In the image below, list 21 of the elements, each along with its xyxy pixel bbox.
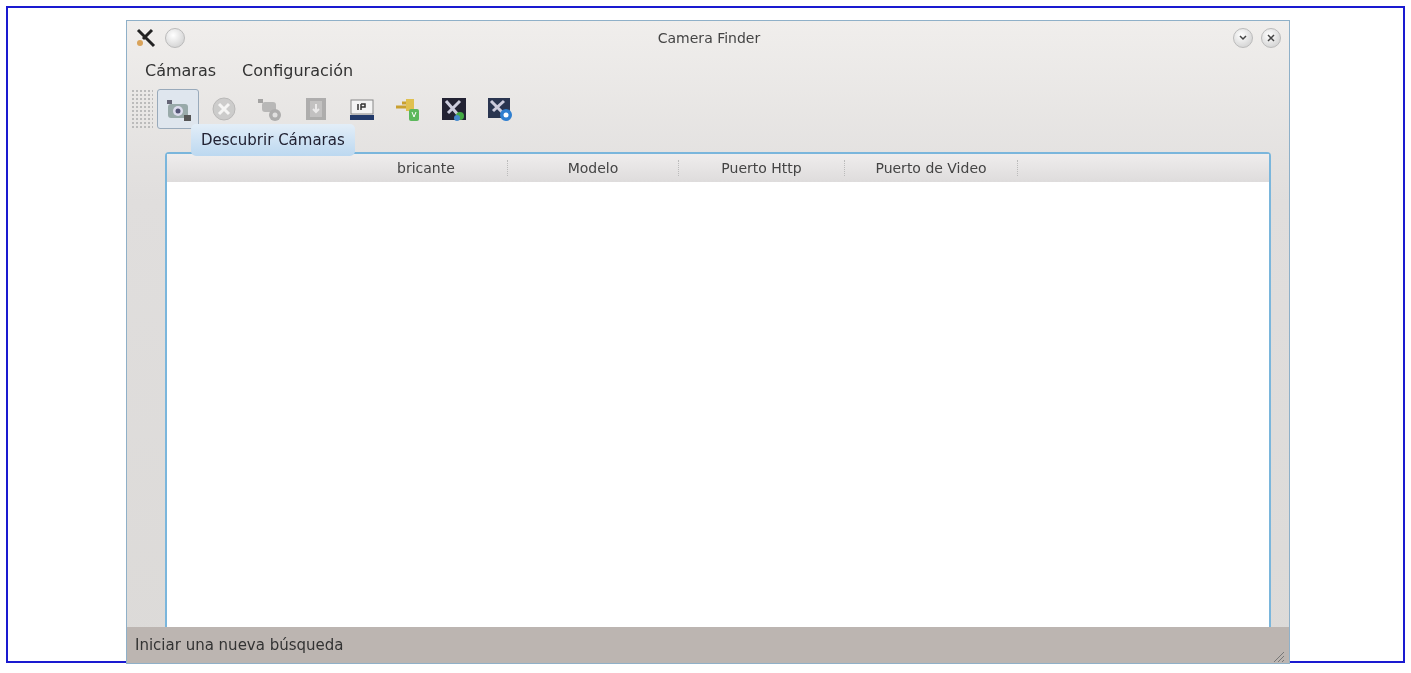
menu-item[interactable]: Cámaras bbox=[145, 61, 217, 80]
chevron-down-icon bbox=[1238, 34, 1248, 42]
column-header[interactable]: Puerto de Video bbox=[845, 160, 1018, 176]
column-header[interactable]: Puerto Http bbox=[679, 160, 845, 176]
menu-button[interactable] bbox=[165, 28, 185, 48]
tools-icon bbox=[486, 95, 514, 123]
close-button[interactable] bbox=[1261, 28, 1281, 48]
tooltip: Descubrir Cámaras bbox=[191, 124, 355, 156]
menu-item[interactable]: Configuración bbox=[242, 61, 354, 80]
stop-icon bbox=[210, 95, 238, 123]
window-title: Camera Finder bbox=[656, 30, 762, 46]
toolbar-button[interactable] bbox=[157, 89, 199, 129]
minimize-button[interactable] bbox=[1233, 28, 1253, 48]
toolbar-grip[interactable] bbox=[131, 89, 153, 129]
column-header[interactable]: Modelo bbox=[508, 160, 679, 176]
resize-grip-icon[interactable] bbox=[1271, 649, 1285, 663]
status-text: Iniciar una nueva búsqueda bbox=[135, 636, 344, 654]
tools-icon bbox=[440, 95, 468, 123]
column-header[interactable]: bricante bbox=[397, 160, 508, 176]
app-logo-icon bbox=[135, 28, 157, 48]
close-icon bbox=[1266, 33, 1276, 43]
